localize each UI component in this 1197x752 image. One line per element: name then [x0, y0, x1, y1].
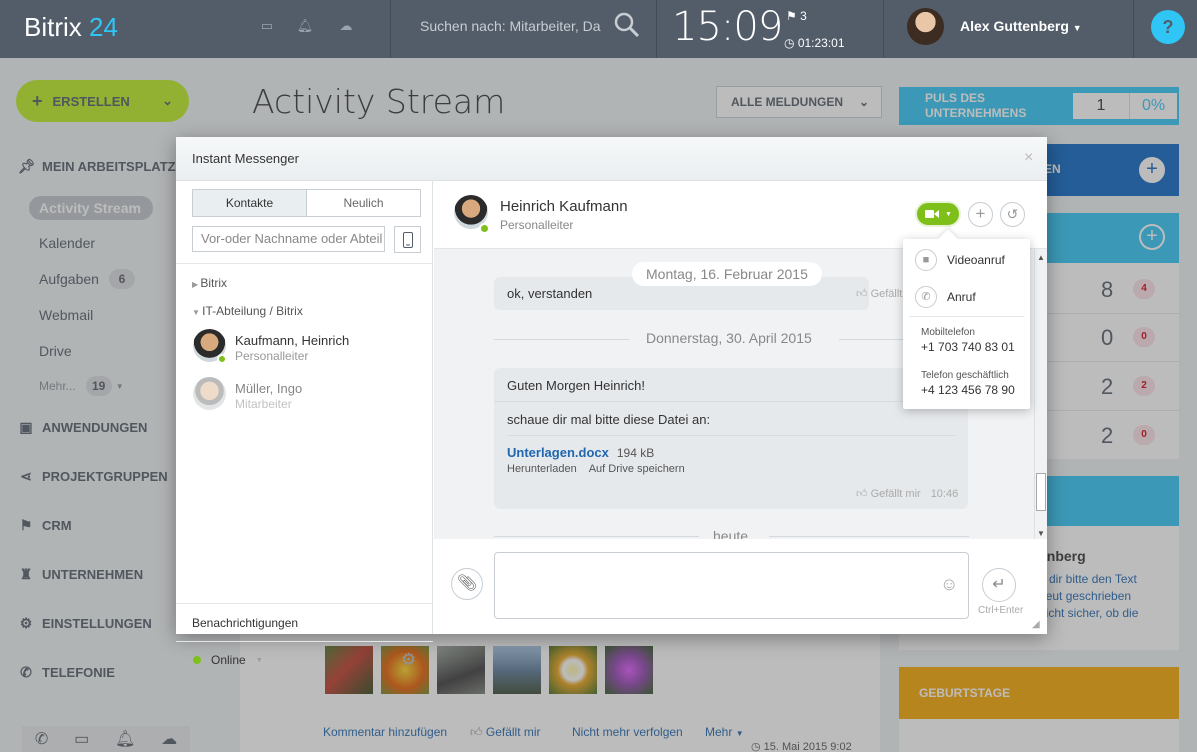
like-link[interactable]: 👍︎ Gefällt mir: [856, 487, 921, 500]
divider: [656, 0, 657, 58]
scroll-down-icon[interactable]: ▼: [1037, 529, 1045, 538]
file-link[interactable]: Unterlagen.docx: [507, 445, 609, 460]
worktime-timer: ◷ 01:23:01: [784, 36, 845, 50]
video-call-button[interactable]: ▼: [915, 201, 961, 227]
flag-count[interactable]: ⚑ 3: [786, 9, 807, 23]
divider: [883, 0, 884, 58]
status-dropdown[interactable]: Online ▼: [193, 653, 263, 667]
contact-item[interactable]: Kaufmann, Heinrich Personalleiter: [176, 325, 433, 367]
paperclip-icon: 📎︎: [456, 575, 478, 592]
smiley-icon[interactable]: ☺: [940, 574, 958, 595]
user-menu[interactable]: Alex Guttenberg ▼: [960, 18, 1082, 34]
phone-keypad-button[interactable]: [394, 226, 421, 253]
scrollbar-thumb[interactable]: [1036, 473, 1046, 511]
enter-icon: ↵: [992, 576, 1006, 593]
call-menu: ■ Videoanruf ✆ Anruf Mobiltelefon +1 703…: [903, 229, 1030, 409]
cloud-icon[interactable]: ☁: [337, 18, 355, 36]
date-separator: heute: [713, 528, 749, 539]
tab-contacts[interactable]: Kontakte: [192, 189, 307, 217]
resize-handle[interactable]: ◢: [1032, 619, 1040, 630]
notifications-link[interactable]: Benachrichtigungen: [176, 603, 433, 641]
group-it[interactable]: ▼ IT-Abteilung / Bitrix: [192, 304, 303, 318]
status-bar: Online ▼ ⚙: [176, 641, 433, 678]
chat-partner-role: Personalleiter: [500, 218, 574, 232]
avatar: [193, 377, 226, 410]
chat-partner-name[interactable]: Heinrich Kaufmann: [500, 198, 628, 215]
dialog-title[interactable]: Instant Messenger: [176, 137, 1047, 181]
contact-search-input[interactable]: Vor-oder Nachname oder Abteil: [192, 226, 385, 252]
video-camera-icon: ■: [915, 249, 937, 271]
contacts-pane: Kontakte Neulich Vor-oder Nachname oder …: [176, 181, 433, 669]
clock[interactable]: 15:09: [672, 4, 783, 50]
scroll-up-icon[interactable]: ▲: [1037, 253, 1045, 262]
message-bubble: Guten Morgen Heinrich! schaue dir mal bi…: [494, 368, 968, 509]
video-call-menu-item[interactable]: ■ Videoanruf: [915, 249, 1005, 271]
gear-icon[interactable]: ⚙: [401, 650, 416, 670]
message-input[interactable]: ☺: [494, 552, 969, 619]
phone-icon: ✆: [915, 286, 937, 308]
send-hint: Ctrl+Enter: [978, 605, 1024, 616]
mobile-icon: [402, 232, 413, 248]
tab-recent[interactable]: Neulich: [306, 189, 421, 217]
send-button[interactable]: ↵: [982, 568, 1016, 602]
chevron-down-icon: ▼: [945, 210, 952, 218]
chevron-down-icon: ▼: [1072, 23, 1082, 33]
date-separator: Donnerstag, 30. April 2015: [646, 330, 812, 346]
scrollbar[interactable]: ▲ ▼: [1034, 249, 1047, 539]
help-button[interactable]: ?: [1151, 10, 1185, 44]
thumbs-up-icon: 👍︎: [856, 288, 871, 300]
group-bitrix[interactable]: ▶ Bitrix: [192, 276, 227, 290]
work-number[interactable]: +4 123 456 78 90: [921, 383, 1015, 397]
chevron-down-icon: ▼: [255, 656, 263, 664]
avatar[interactable]: [907, 8, 944, 45]
divider: [1133, 0, 1134, 58]
message-composer: 📎︎ ☺ ↵ Ctrl+Enter ◢: [434, 539, 1047, 634]
logo[interactable]: Bitrix 24: [24, 12, 118, 43]
like-link[interactable]: 👍︎ Gefällt: [856, 287, 902, 300]
voice-call-menu-item[interactable]: ✆ Anruf: [915, 286, 976, 308]
online-indicator: [217, 354, 227, 364]
flag-icon: ⚑: [786, 9, 801, 23]
message-time: 10:46: [930, 487, 959, 500]
date-separator: Montag, 16. Februar 2015: [632, 262, 822, 286]
bell-icon[interactable]: 🔔︎: [296, 18, 314, 36]
online-indicator: [479, 223, 490, 234]
save-to-drive-link[interactable]: Auf Drive speichern: [589, 463, 685, 475]
search-icon[interactable]: [614, 12, 640, 38]
close-icon[interactable]: ×: [1024, 149, 1033, 167]
download-link[interactable]: Herunterladen: [507, 463, 577, 475]
history-icon[interactable]: ↺: [1000, 202, 1025, 227]
mobile-number[interactable]: +1 703 740 83 01: [921, 340, 1015, 354]
add-user-button[interactable]: +: [968, 202, 993, 227]
clock-icon: ◷: [784, 36, 798, 50]
video-camera-icon: [925, 210, 939, 218]
top-bar: Bitrix 24 ▭ 🔔︎ ☁ Suchen nach: Mitarbeite…: [0, 0, 1197, 58]
chat-icon[interactable]: ▭: [258, 18, 276, 36]
chevron-down-icon: ▼: [192, 308, 203, 317]
contact-item[interactable]: Müller, Ingo Mitarbeiter: [176, 373, 433, 415]
search-input[interactable]: Suchen nach: Mitarbeiter, Da: [420, 18, 605, 34]
file-attachment: Unterlagen.docx 194 kB: [507, 445, 655, 460]
divider: [390, 0, 391, 58]
thumbs-up-icon: 👍︎: [856, 488, 871, 500]
online-dot-icon: [193, 656, 201, 664]
attach-file-button[interactable]: 📎︎: [451, 568, 483, 600]
